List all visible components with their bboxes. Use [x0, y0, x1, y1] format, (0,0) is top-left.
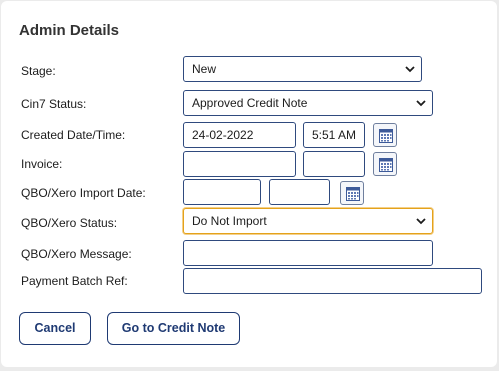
chevron-down-icon [416, 218, 426, 225]
created-date-input[interactable]: 24-02-2022 [183, 122, 296, 148]
qbo-import-date-input[interactable] [183, 179, 261, 205]
created-date-value: 24-02-2022 [192, 128, 254, 142]
qbo-status-value: Do Not Import [192, 214, 267, 228]
created-time-value: 5:51 AM [312, 128, 357, 142]
invoice-label: Invoice: [21, 157, 63, 171]
cin7-status-select[interactable]: Approved Credit Note [183, 90, 433, 116]
created-calendar-button[interactable] [373, 123, 397, 147]
calendar-icon [379, 158, 393, 172]
stage-label: Stage: [21, 64, 56, 78]
calendar-icon [346, 187, 360, 201]
stage-value: New [192, 62, 217, 76]
qbo-status-select[interactable]: Do Not Import [183, 208, 433, 234]
payment-batch-ref-input[interactable] [183, 268, 482, 294]
qbo-status-label: QBO/Xero Status: [21, 216, 118, 230]
chevron-down-icon [416, 100, 426, 107]
chevron-down-icon [405, 66, 415, 73]
invoice-date-input[interactable] [183, 151, 296, 177]
calendar-icon [379, 129, 393, 143]
qbo-message-input[interactable] [183, 240, 433, 266]
invoice-calendar-button[interactable] [373, 152, 397, 176]
cin7-status-label: Cin7 Status: [21, 97, 87, 111]
panel-title: Admin Details [19, 22, 120, 39]
created-time-input[interactable]: 5:51 AM [303, 122, 365, 148]
cin7-status-value: Approved Credit Note [192, 96, 308, 110]
qbo-import-time-input[interactable] [269, 179, 330, 205]
admin-details-panel: Admin Details Stage: New Cin7 Status: Ap… [1, 1, 497, 367]
go-to-credit-note-button[interactable]: Go to Credit Note [107, 312, 240, 345]
qbo-message-label: QBO/Xero Message: [21, 247, 132, 261]
cancel-button[interactable]: Cancel [19, 312, 91, 345]
qbo-import-date-label: QBO/Xero Import Date: [21, 186, 146, 200]
payment-batch-ref-label: Payment Batch Ref: [21, 274, 128, 288]
invoice-time-input[interactable] [303, 151, 365, 177]
qbo-import-calendar-button[interactable] [340, 181, 364, 205]
stage-select[interactable]: New [183, 56, 422, 82]
created-label: Created Date/Time: [21, 128, 126, 142]
